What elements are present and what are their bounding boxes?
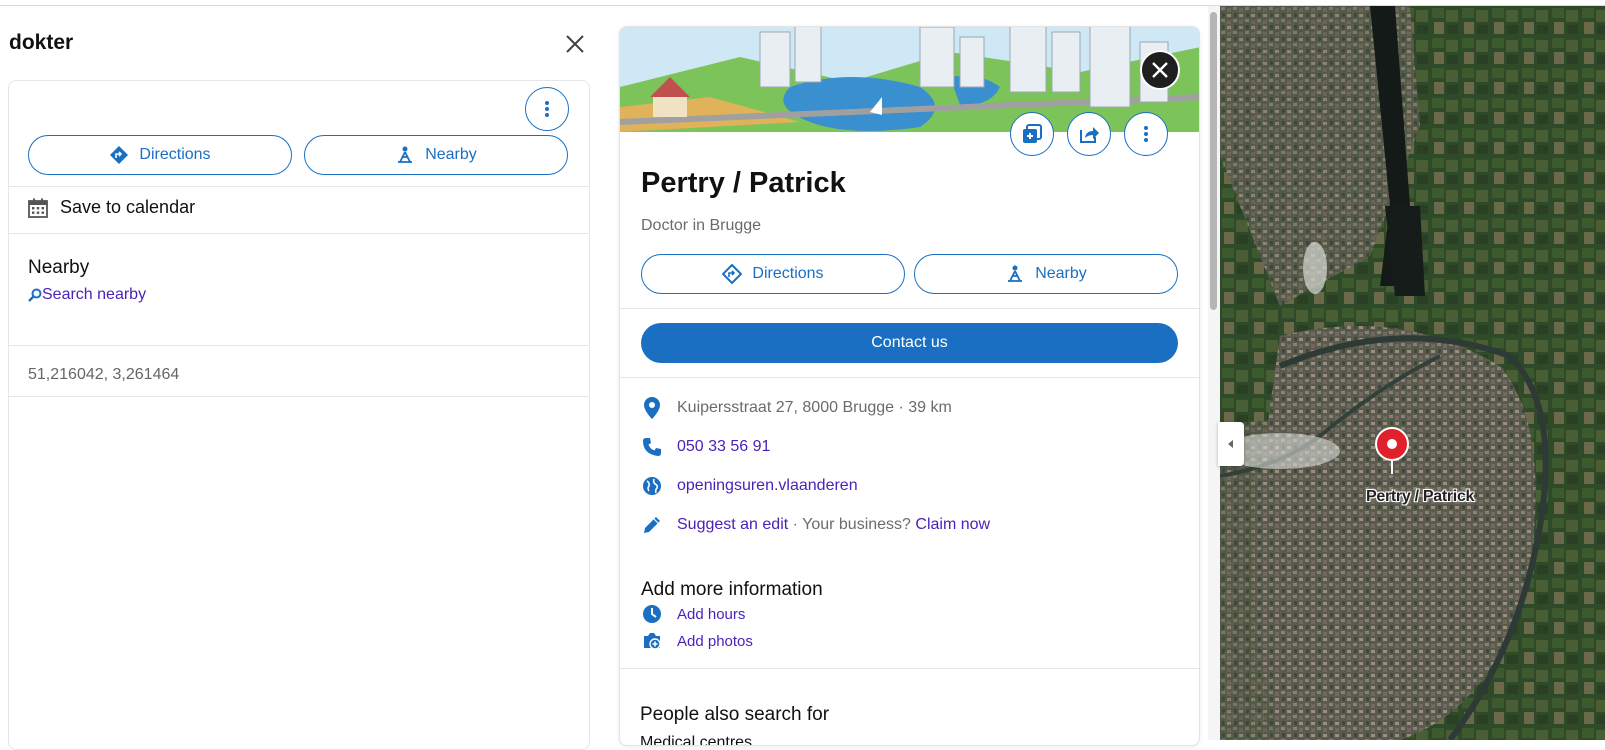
- nearby-label: Nearby: [425, 146, 477, 163]
- divider: [620, 377, 1199, 378]
- close-icon: [1152, 62, 1168, 78]
- calendar-icon: [28, 198, 48, 218]
- suggest-edit-link[interactable]: Suggest an edit: [677, 516, 788, 534]
- phone-link[interactable]: 050 33 56 91: [677, 438, 770, 456]
- nearby-heading: Nearby: [28, 257, 90, 278]
- nearby-button[interactable]: Nearby: [304, 135, 568, 175]
- directions-icon: [110, 146, 129, 164]
- add-hours-row[interactable]: Add hours: [641, 603, 745, 625]
- more-vertical-icon: [545, 101, 549, 117]
- contact-us-button[interactable]: Contact us: [641, 323, 1178, 363]
- close-icon[interactable]: [563, 32, 587, 56]
- search-nearby-label: Search nearby: [42, 286, 147, 303]
- phone-row[interactable]: 050 33 56 91: [641, 436, 770, 458]
- chevron-left-icon: [1228, 440, 1233, 448]
- website-link[interactable]: openingsuren.vlaanderen: [677, 477, 858, 495]
- directions-button[interactable]: Directions: [28, 135, 292, 175]
- divider: [9, 233, 589, 234]
- save-to-calendar-button[interactable]: Save to calendar: [28, 197, 195, 218]
- satellite-map[interactable]: [1220, 6, 1605, 740]
- website-row[interactable]: openingsuren.vlaanderen: [641, 475, 858, 497]
- search-icon: [28, 288, 42, 302]
- clock-icon: [641, 603, 663, 625]
- add-more-info-heading: Add more information: [641, 579, 823, 600]
- pencil-icon: [641, 514, 663, 536]
- nearby-icon: [1008, 265, 1023, 282]
- claim-now-link[interactable]: Claim now: [915, 516, 990, 534]
- nearby-label: Nearby: [1035, 265, 1087, 282]
- location-pin-icon: [641, 397, 663, 419]
- close-detail-button[interactable]: [1140, 50, 1180, 90]
- divider: [9, 396, 589, 397]
- share-button[interactable]: [1067, 112, 1111, 156]
- suggest-edit-row: Suggest an edit · Your business? Claim n…: [641, 514, 990, 536]
- add-hours-link[interactable]: Add hours: [677, 606, 745, 623]
- search-title: dokter: [9, 31, 74, 54]
- phone-icon: [641, 436, 663, 458]
- collapse-panel-button[interactable]: [1218, 422, 1244, 466]
- nearby-icon: [398, 146, 413, 163]
- divider: [9, 345, 589, 346]
- directions-label: Directions: [752, 265, 824, 282]
- save-icon: [1023, 124, 1042, 143]
- place-category: Doctor in Brugge: [641, 217, 762, 234]
- add-photo-icon: [641, 630, 663, 652]
- left-panel: dokter Directions Nearby Save to calenda…: [0, 6, 590, 750]
- hero-image: [620, 27, 1199, 132]
- divider: [620, 668, 1199, 669]
- place-detail-panel: Pertry / Patrick Doctor in Brugge Direct…: [619, 26, 1200, 746]
- nearby-button[interactable]: Nearby: [914, 254, 1178, 294]
- save-to-calendar-label: Save to calendar: [60, 197, 196, 217]
- map-pin-label[interactable]: Pertry / Patrick: [1366, 488, 1474, 506]
- scrollbar-thumb[interactable]: [1210, 12, 1217, 310]
- more-options-button[interactable]: [525, 87, 569, 131]
- add-photos-row[interactable]: Add photos: [641, 630, 753, 652]
- address-text: Kuipersstraat 27, 8000 Brugge · 39 km: [677, 399, 952, 416]
- your-business-text: · Your business?: [788, 516, 916, 533]
- directions-label: Directions: [139, 146, 211, 163]
- directions-icon: [722, 264, 743, 284]
- search-nearby-link[interactable]: Search nearby: [28, 286, 146, 304]
- more-options-button[interactable]: [1124, 112, 1168, 156]
- add-photos-link[interactable]: Add photos: [677, 633, 753, 650]
- place-name: Pertry / Patrick: [641, 167, 846, 199]
- left-card: Directions Nearby Save to calendar Nearb…: [8, 80, 590, 750]
- address-row: Kuipersstraat 27, 8000 Brugge · 39 km: [641, 397, 952, 419]
- coordinates: 51,216042, 3,261464: [28, 366, 180, 383]
- directions-button[interactable]: Directions: [641, 254, 905, 294]
- more-vertical-icon: [1144, 126, 1148, 142]
- share-icon: [1080, 127, 1099, 143]
- people-also-search-item[interactable]: Medical centres: [640, 734, 752, 745]
- people-also-search-heading: People also search for: [640, 704, 830, 725]
- globe-icon: [641, 475, 663, 497]
- save-button[interactable]: [1010, 112, 1054, 156]
- divider: [9, 186, 589, 187]
- divider: [620, 308, 1199, 309]
